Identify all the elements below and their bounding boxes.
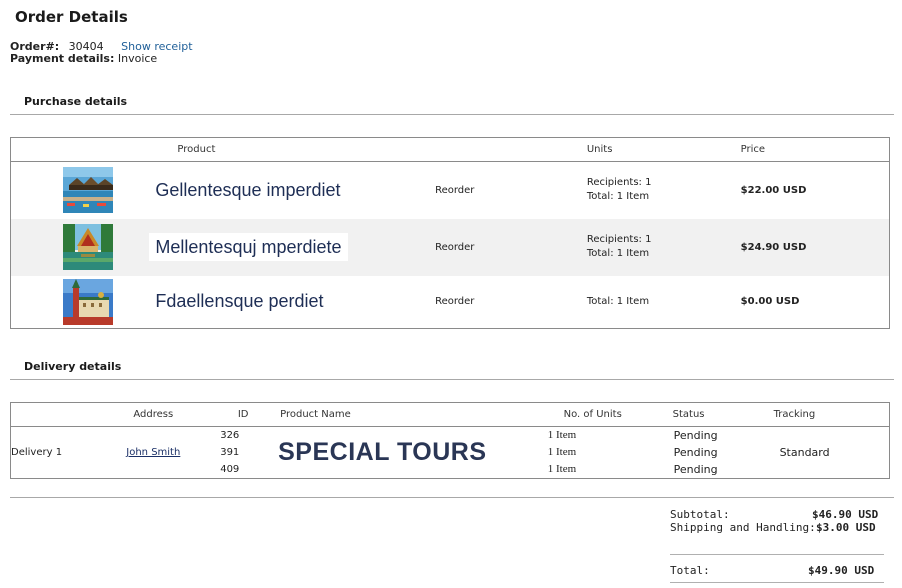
item-status: Pending <box>673 446 718 459</box>
total-value: $49.90 USD <box>808 564 875 577</box>
col-status: Status <box>637 402 740 427</box>
purchase-row: Mellentesquj mperdiete Reorder Recipient… <box>10 218 890 276</box>
total-label: Total: <box>670 564 710 577</box>
item-id: 409 <box>220 464 240 475</box>
units-total: Total: 1 Item <box>586 295 650 307</box>
col-address: Address <box>88 402 219 427</box>
col-product: Product <box>155 137 436 162</box>
total-bottom-divider <box>670 582 884 583</box>
reorder-link[interactable]: Reorder <box>435 276 587 329</box>
price-value: $24.90 USD <box>740 241 807 253</box>
price-value: $22.00 USD <box>740 184 807 196</box>
delivery-header-row: Address ID Product Name No. of Units Sta… <box>10 402 890 427</box>
tracking-value: Standard <box>779 446 830 459</box>
item-id: 326 <box>220 430 240 441</box>
item-units: 1 Item <box>547 463 577 475</box>
temple-image <box>63 224 113 270</box>
payment-details-value: Invoice <box>117 52 158 65</box>
product-name-logo: SPECIAL TOURS <box>278 438 487 466</box>
item-status: Pending <box>673 429 718 442</box>
reorder-link[interactable]: Reorder <box>435 162 587 219</box>
units-total: Total: 1 Item <box>586 191 650 203</box>
item-units: 1 Item <box>547 429 577 441</box>
col-units: Units <box>586 137 741 162</box>
kremlin-image <box>63 278 113 325</box>
shipping-value: $3.00 USD <box>816 521 876 534</box>
col-id: ID <box>218 402 269 427</box>
purchase-details-heading: Purchase details <box>24 95 128 108</box>
purchase-table: Product Units Price Gellentesque imperdi… <box>10 137 890 329</box>
recipients-count: Recipients: 1 <box>586 177 652 189</box>
purchase-row: Fdaellensque perdiet Reorder Total: 1 It… <box>11 276 890 329</box>
subtotal-value: $46.90 USD <box>812 508 879 521</box>
address-link[interactable]: John Smith <box>126 447 180 458</box>
page-title: Order Details <box>15 8 128 26</box>
purchase-header-row: Product Units Price <box>10 137 890 162</box>
shipping-label: Shipping and Handling: <box>670 521 816 534</box>
product-name[interactable]: Fdaellensque perdiet <box>155 291 323 311</box>
col-product-name: Product Name <box>268 402 548 427</box>
col-price: Price <box>740 137 890 162</box>
recipients-count: Recipients: 1 <box>586 234 652 245</box>
units-total: Total: 1 Item <box>586 248 650 259</box>
item-id: 391 <box>220 447 240 458</box>
delivery-divider <box>10 379 894 380</box>
item-units: 1 Item <box>547 446 577 458</box>
order-meta: Order#: 30404 Show receipt Payment detai… <box>10 40 193 66</box>
summary-divider <box>10 497 894 498</box>
delivery-row: Delivery 1 John Smith 326 391 409 SPECIA… <box>11 427 890 479</box>
product-name[interactable]: Gellentesque imperdiet <box>155 180 340 200</box>
subtotal-label: Subtotal: <box>670 508 730 521</box>
total-divider <box>670 554 884 555</box>
delivery-label: Delivery 1 <box>11 447 63 458</box>
purchase-row: Gellentesque imperdiet Reorder Recipient… <box>11 162 890 219</box>
beach-huts-image <box>63 167 113 214</box>
delivery-table: Address ID Product Name No. of Units Sta… <box>10 402 890 479</box>
col-no-of-units: No. of Units <box>547 402 638 427</box>
item-status: Pending <box>673 463 718 476</box>
delivery-details-heading: Delivery details <box>24 360 122 373</box>
price-value: $0.00 USD <box>740 296 800 308</box>
purchase-divider <box>10 114 894 115</box>
product-name[interactable]: Mellentesquj mperdiete <box>149 232 348 261</box>
col-tracking: Tracking <box>739 402 890 427</box>
payment-details-label: Payment details: <box>10 52 115 65</box>
reorder-link[interactable]: Reorder <box>435 219 587 276</box>
